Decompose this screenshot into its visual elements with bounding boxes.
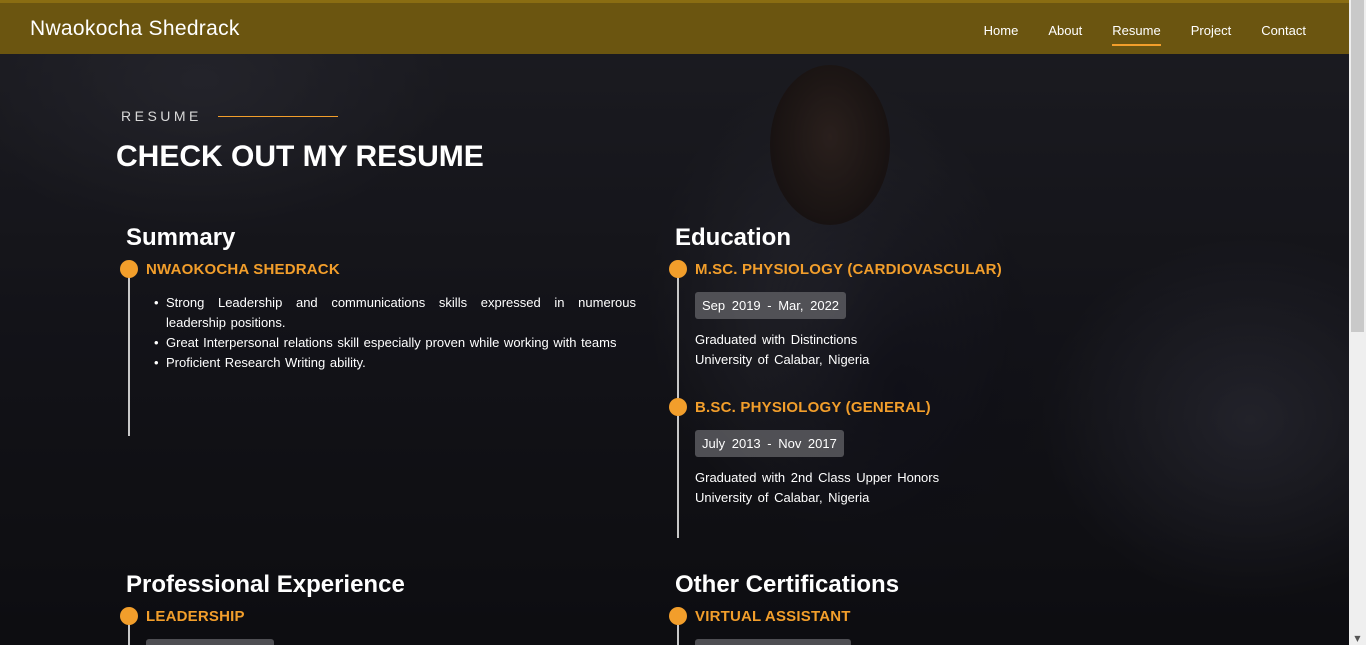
education-item-title: M.SC. PHYSIOLOGY (CARDIOVASCULAR): [695, 261, 1002, 278]
education-school: University of Calabar, Nigeria: [695, 490, 870, 505]
summary-point: Great Interpersonal relations skill espe…: [152, 333, 636, 353]
summary-heading: Summary: [126, 224, 236, 251]
summary-name: NWAOKOCHA SHEDRACK: [146, 261, 340, 278]
education-heading: Education: [675, 224, 792, 251]
certifications-heading: Other Certifications: [675, 571, 900, 598]
summary-point: Proficient Research Writing ability.: [152, 353, 636, 373]
education-timeline-dot: [669, 398, 687, 416]
nav-home[interactable]: Home: [984, 23, 1019, 42]
education-timeline-dot: [669, 260, 687, 278]
section-title: CHECK OUT MY RESUME: [116, 140, 484, 173]
education-date-badge: July 2013 - Nov 2017: [695, 430, 844, 457]
nav-about[interactable]: About: [1048, 23, 1082, 42]
education-school: University of Calabar, Nigeria: [695, 352, 870, 367]
scroll-down-arrow-icon[interactable]: ▼: [1353, 634, 1362, 643]
scrollbar-thumb[interactable]: [1351, 0, 1364, 332]
section-label-underline: [218, 116, 338, 117]
certifications-date-badge: [695, 639, 851, 645]
education-item-title: B.SC. PHYSIOLOGY (GENERAL): [695, 399, 931, 416]
experience-item-title: LEADERSHIP: [146, 608, 245, 625]
summary-timeline-dot: [120, 260, 138, 278]
site-brand[interactable]: Nwaokocha Shedrack: [30, 17, 240, 41]
certifications-timeline-dot: [669, 607, 687, 625]
nav-contact[interactable]: Contact: [1261, 23, 1306, 42]
section-label: RESUME: [121, 108, 202, 124]
experience-heading: Professional Experience: [126, 571, 405, 598]
education-description: Graduated with Distinctions University o…: [695, 330, 869, 370]
main-nav: Home About Resume Project Contact: [984, 23, 1306, 46]
summary-timeline-line: [128, 270, 130, 436]
education-honors: Graduated with Distinctions: [695, 332, 858, 347]
summary-point: Strong Leadership and communications ski…: [152, 293, 636, 333]
experience-timeline-dot: [120, 607, 138, 625]
certifications-item-title: VIRTUAL ASSISTANT: [695, 608, 851, 625]
education-honors: Graduated with 2nd Class Upper Honors: [695, 470, 940, 485]
experience-date-badge: [146, 639, 274, 645]
nav-resume[interactable]: Resume: [1112, 23, 1162, 46]
nav-project[interactable]: Project: [1191, 23, 1231, 42]
education-description: Graduated with 2nd Class Upper Honors Un…: [695, 468, 939, 508]
header-bar: Nwaokocha Shedrack Home About Resume Pro…: [0, 0, 1349, 54]
summary-list: Strong Leadership and communications ski…: [152, 293, 636, 373]
page-scrollbar[interactable]: ▲ ▼: [1349, 0, 1366, 645]
education-date-badge: Sep 2019 - Mar, 2022: [695, 292, 847, 319]
